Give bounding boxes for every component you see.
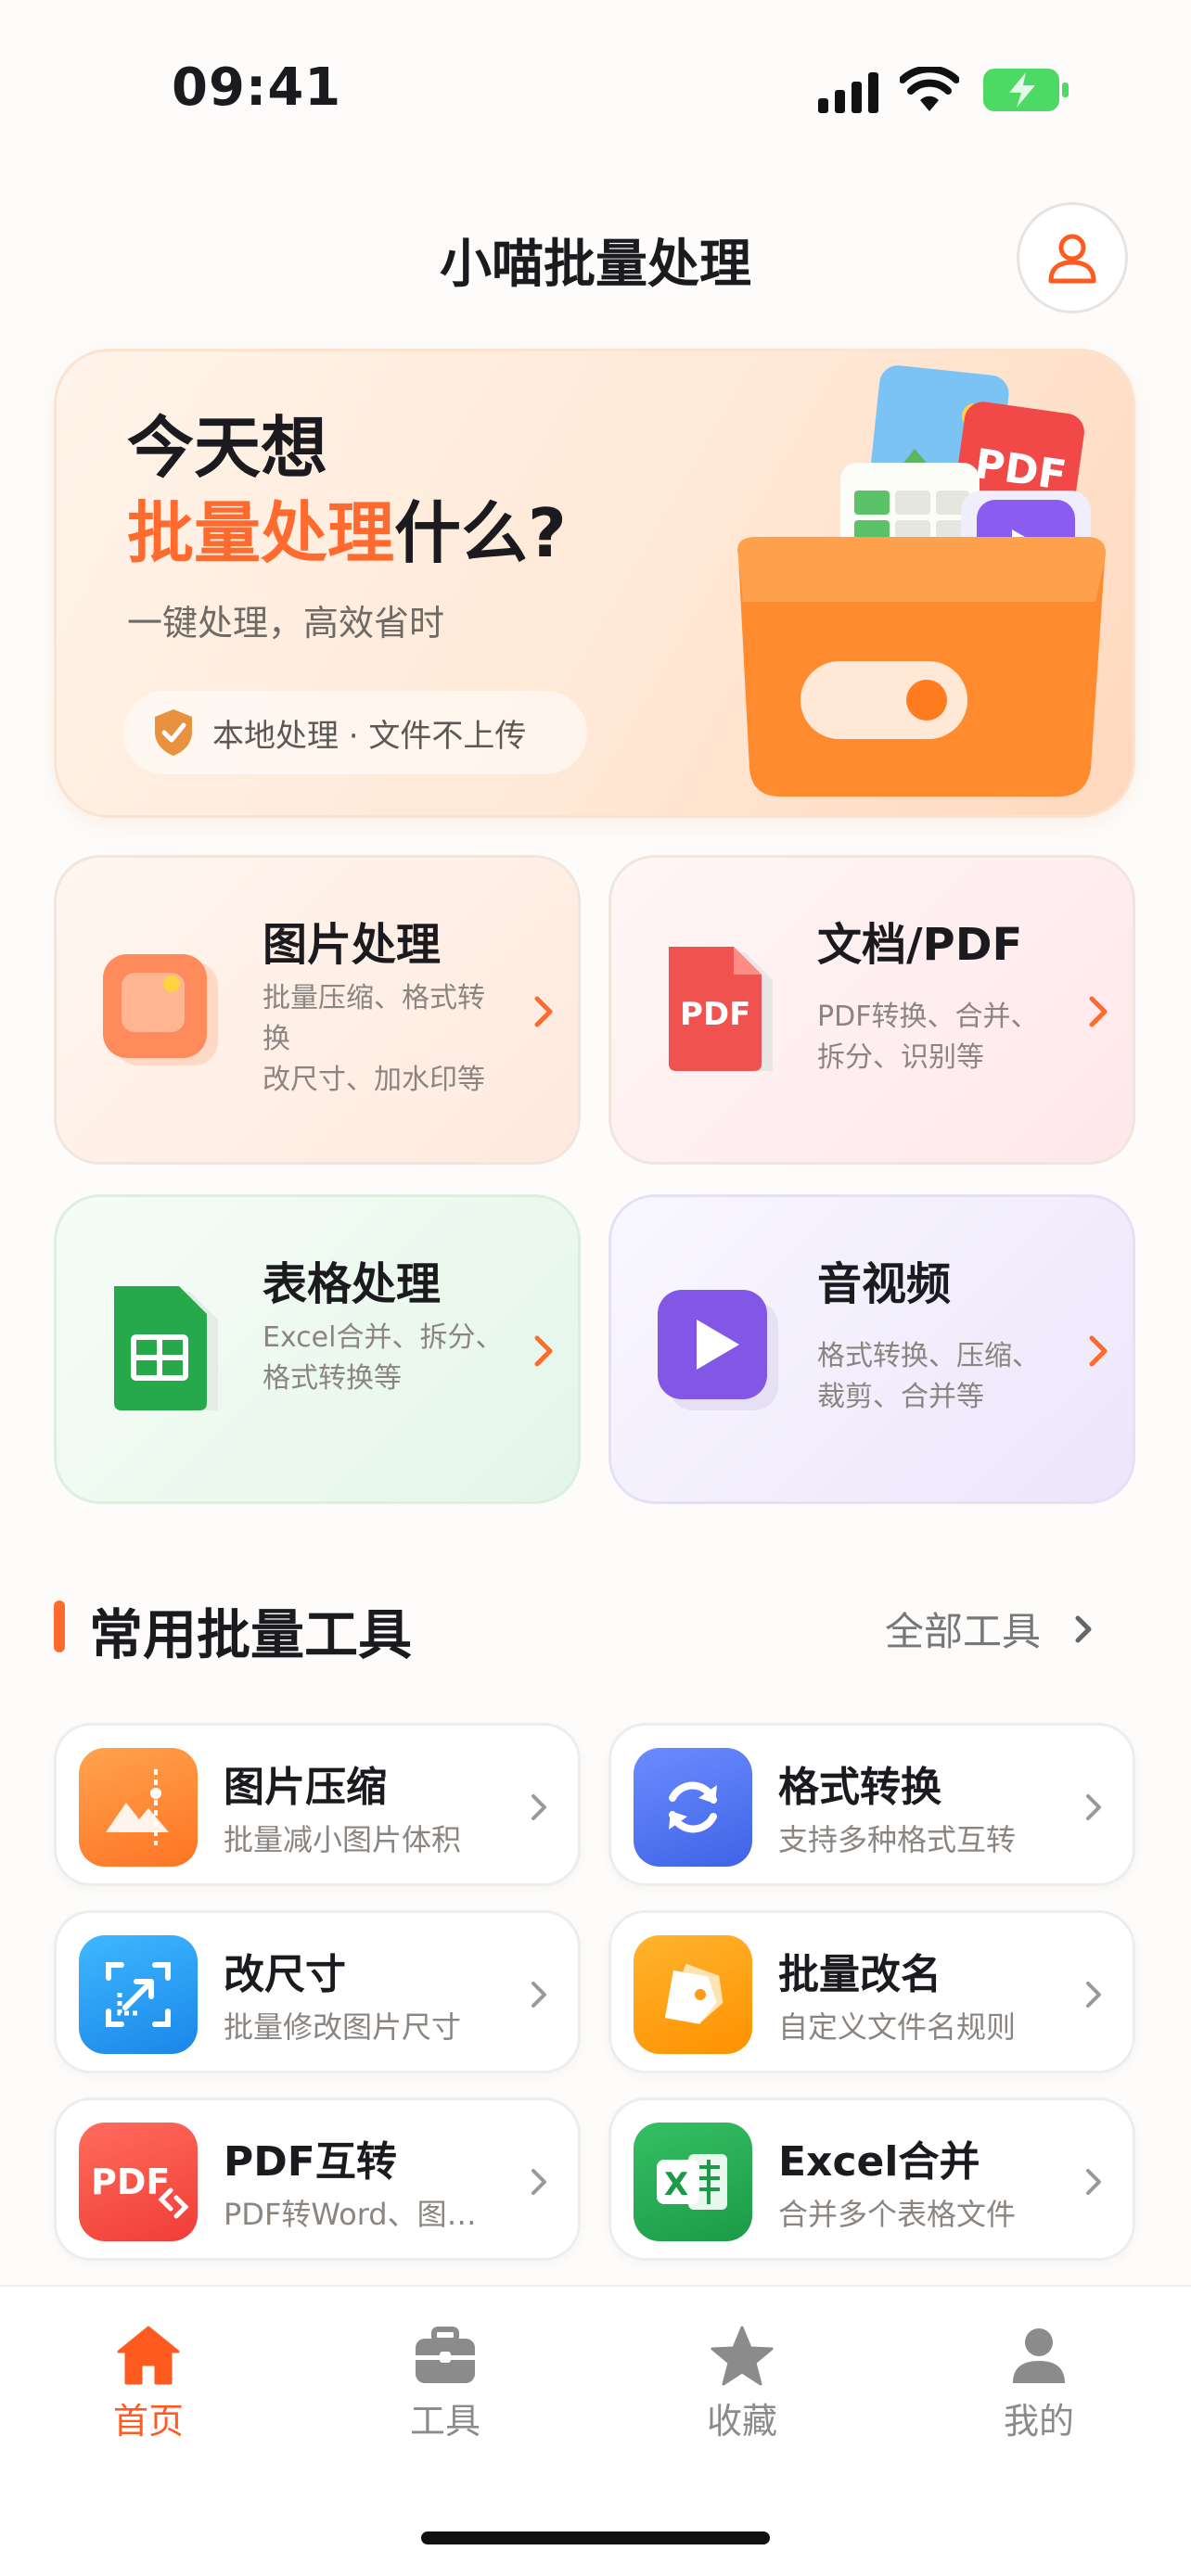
chevron-right-icon — [534, 1335, 553, 1367]
pdf-icon: PDF — [669, 947, 773, 1071]
hero-heading-line1: 今天想 — [127, 409, 328, 487]
battery-charging-icon — [983, 69, 1069, 111]
tab-profile[interactable]: 我的 — [946, 2324, 1132, 2443]
category-title: 图片处理 — [263, 919, 442, 971]
chevron-right-icon — [1086, 2169, 1101, 2195]
all-tools-link[interactable]: 全部工具 — [885, 1600, 1100, 1657]
tags-icon — [634, 1935, 752, 2054]
tool-card-pdf-convert[interactable]: PDF PDF互转 PDF转Word、图… — [54, 2098, 581, 2261]
privacy-badge-text: 本地处理 · 文件不上传 — [212, 717, 527, 755]
tool-desc: 自定义文件名规则 — [778, 2009, 1017, 2045]
section-title: 常用批量工具 — [89, 1603, 413, 1666]
category-desc-line1: PDF转换、合并、 — [817, 1001, 1039, 1033]
pdf-convert-icon: PDF — [79, 2123, 198, 2241]
wifi-icon — [900, 67, 959, 111]
tool-desc: 批量修改图片尺寸 — [224, 2009, 462, 2045]
status-bar: 09:41 — [0, 0, 1191, 176]
tool-card-excel-merge[interactable]: X Excel合并 合并多个表格文件 — [608, 2098, 1135, 2261]
category-desc-line2: 裁剪、合并等 — [817, 1381, 984, 1413]
chevron-right-icon — [1086, 1982, 1101, 2008]
chevron-right-icon — [1089, 1335, 1108, 1367]
privacy-badge: 本地处理 · 文件不上传 — [123, 691, 587, 774]
hero-subtitle: 一键处理，高效省时 — [127, 603, 445, 644]
tool-card-format-convert[interactable]: 格式转换 支持多种格式互转 — [608, 1723, 1135, 1886]
hero-banner[interactable]: 今天想 批量处理什么? 一键处理，高效省时 本地处理 · 文件不上传 PDF — [54, 349, 1135, 818]
category-desc-line1: 格式转换、压缩、 — [817, 1340, 1040, 1372]
category-desc: 格式转换、压缩、 裁剪、合并等 — [817, 1336, 1077, 1418]
category-desc-line2: 格式转换等 — [263, 1362, 402, 1395]
tool-desc: 批量减小图片体积 — [224, 1822, 462, 1857]
category-title: 表格处理 — [263, 1258, 442, 1310]
category-card-pdf[interactable]: PDF 文档/PDF PDF转换、合并、 拆分、识别等 — [608, 855, 1135, 1165]
star-icon — [711, 2326, 774, 2386]
section-accent-bar — [54, 1600, 65, 1652]
tab-favorites[interactable]: 收藏 — [649, 2324, 835, 2443]
chevron-right-icon — [531, 1982, 546, 2008]
tool-card-resize[interactable]: 改尺寸 批量修改图片尺寸 — [54, 1910, 581, 2073]
chevron-right-icon — [1089, 996, 1108, 1027]
excel-icon: X — [634, 2123, 752, 2241]
tab-label: 收藏 — [706, 2401, 777, 2442]
shield-check-icon — [155, 709, 192, 756]
user-outline-icon — [1048, 234, 1096, 284]
page-title: 小喵批量处理 — [440, 235, 751, 295]
image-icon — [103, 954, 218, 1065]
category-card-video[interactable]: 音视频 格式转换、压缩、 裁剪、合并等 — [608, 1194, 1135, 1504]
tab-label: 我的 — [1003, 2401, 1074, 2442]
chevron-right-icon — [531, 1794, 546, 1820]
hero-heading-highlight: 批量处理 — [127, 494, 395, 572]
chevron-right-icon — [1075, 1615, 1092, 1642]
category-desc-line1: Excel合并、拆分、 — [263, 1321, 504, 1354]
category-title: 文档/PDF — [817, 919, 1023, 971]
tool-title: 改尺寸 — [224, 1951, 346, 1998]
tab-home[interactable]: 首页 — [56, 2324, 241, 2443]
refresh-icon — [634, 1748, 752, 1867]
tool-desc: PDF转Word、图… — [224, 2197, 477, 2232]
folder-illustration-icon: PDF — [737, 365, 1106, 797]
tab-label: 工具 — [409, 2401, 480, 2442]
chevron-right-icon — [531, 2169, 546, 2195]
category-desc: 批量压缩、格式转换改尺寸、加水印等 — [263, 978, 504, 1101]
svg-text:PDF: PDF — [680, 996, 750, 1033]
user-icon — [1013, 2328, 1065, 2383]
chevron-right-icon — [534, 996, 553, 1027]
svg-text:PDF: PDF — [91, 2162, 170, 2202]
resize-icon — [79, 1935, 198, 2054]
category-desc-line2: 改尺寸、加水印等 — [263, 1064, 485, 1096]
home-indicator[interactable] — [421, 2531, 770, 2544]
home-icon — [117, 2326, 180, 2385]
tool-desc: 支持多种格式互转 — [778, 1822, 1017, 1857]
chevron-right-icon — [1086, 1794, 1101, 1820]
category-desc: PDF转换、合并、 拆分、识别等 — [817, 997, 1077, 1078]
tool-card-image-compress[interactable]: 图片压缩 批量减小图片体积 — [54, 1723, 581, 1886]
spreadsheet-icon — [114, 1286, 218, 1410]
tool-desc: 合并多个表格文件 — [778, 2197, 1017, 2232]
hero-heading-rest: 什么? — [394, 494, 567, 572]
category-desc-line1: 批量压缩、格式转换 — [263, 982, 485, 1055]
signal-icon — [818, 72, 878, 113]
category-desc-line2: 拆分、识别等 — [817, 1041, 984, 1074]
video-play-icon — [658, 1290, 778, 1410]
tool-title: Excel合并 — [778, 2138, 980, 2186]
svg-text:X: X — [664, 2166, 688, 2203]
tab-tools[interactable]: 工具 — [352, 2324, 538, 2443]
category-title: 音视频 — [817, 1258, 952, 1310]
category-desc: Excel合并、拆分、 格式转换等 — [263, 1318, 504, 1399]
tool-title: PDF互转 — [224, 2138, 397, 2186]
all-tools-label: 全部工具 — [885, 1609, 1042, 1654]
toolbox-icon — [416, 2327, 475, 2383]
category-card-spreadsheet[interactable]: 表格处理 Excel合并、拆分、 格式转换等 — [54, 1194, 581, 1504]
tool-title: 批量改名 — [778, 1951, 941, 1998]
profile-button[interactable] — [1017, 202, 1128, 313]
tool-title: 图片压缩 — [224, 1764, 387, 1811]
tool-title: 格式转换 — [778, 1764, 941, 1811]
image-compress-icon — [79, 1748, 198, 1867]
status-time: 09:41 — [172, 57, 342, 118]
hero-heading-line2: 批量处理什么? — [127, 491, 567, 576]
tool-card-batch-rename[interactable]: 批量改名 自定义文件名规则 — [608, 1910, 1135, 2073]
tab-label: 首页 — [112, 2401, 184, 2442]
category-card-image[interactable]: 图片处理 批量压缩、格式转换改尺寸、加水印等 — [54, 855, 581, 1165]
